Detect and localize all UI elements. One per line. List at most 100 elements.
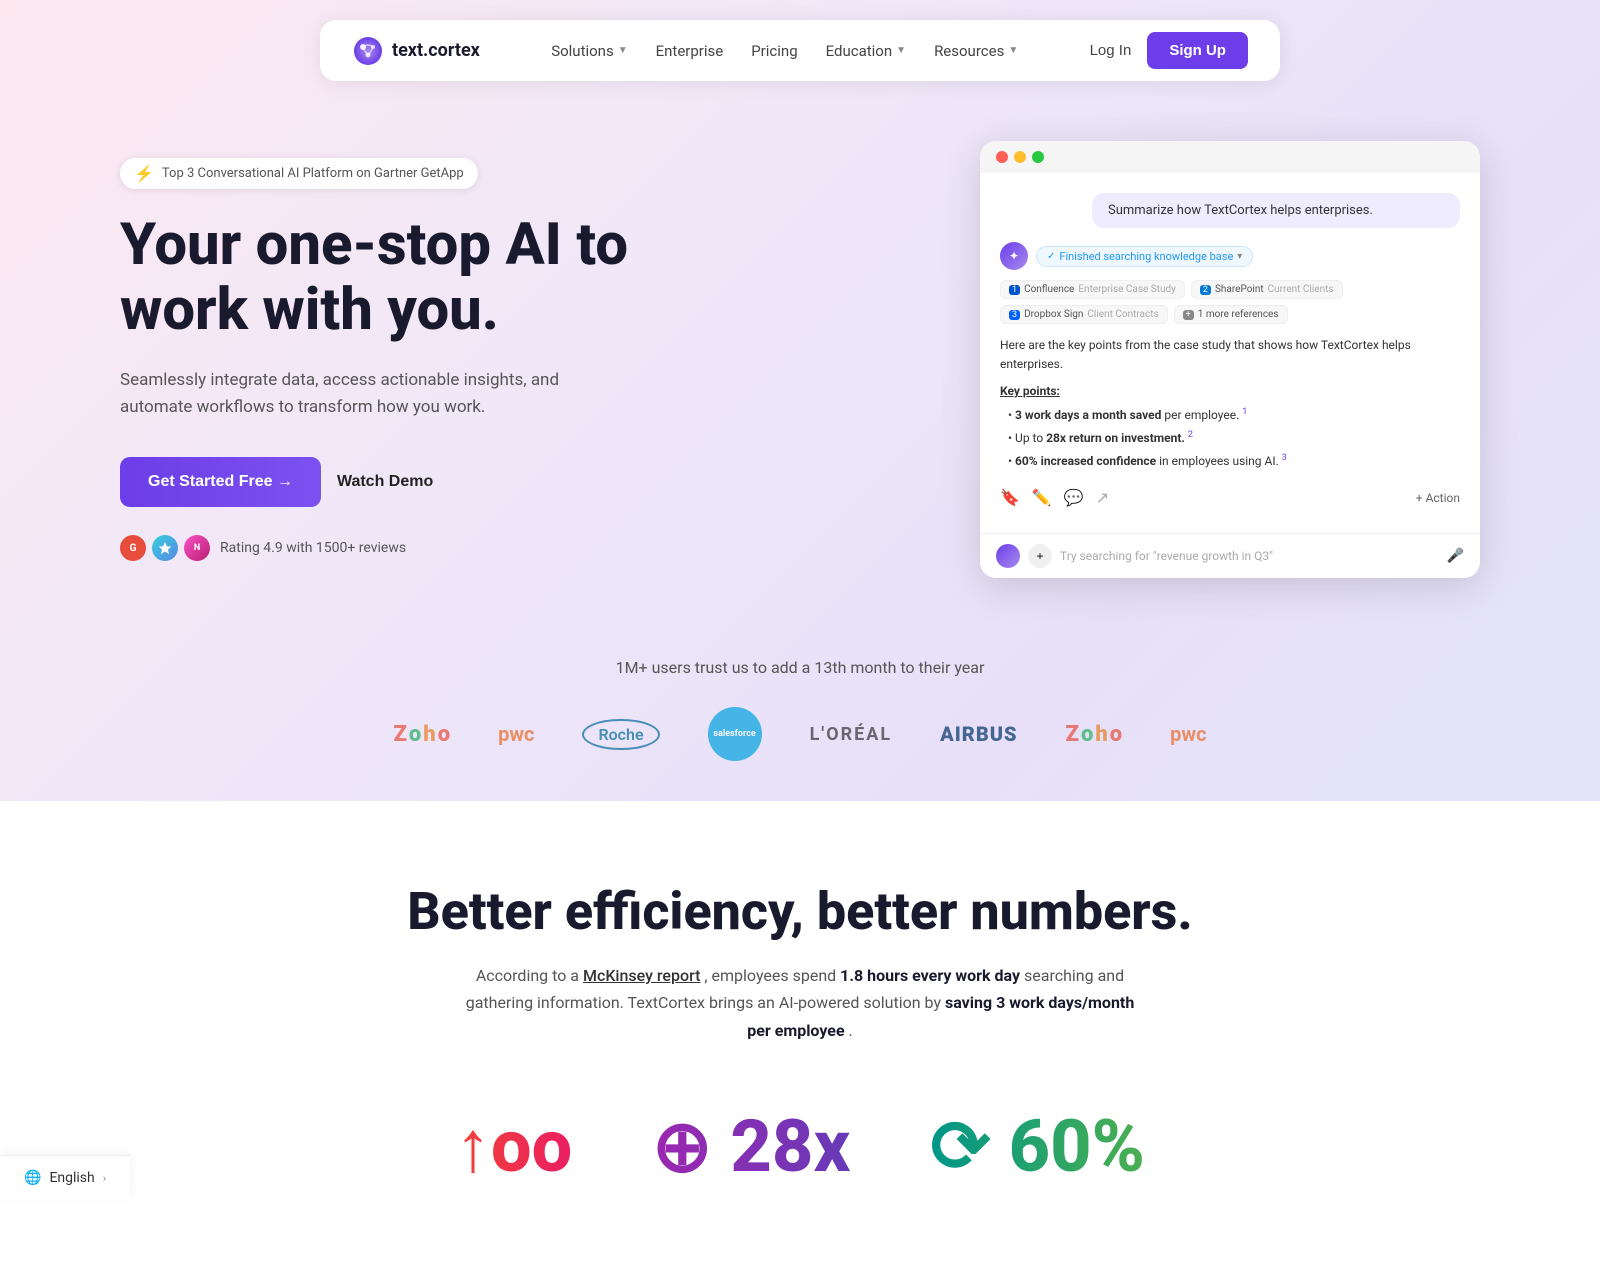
key-points-title: Key points:	[1000, 384, 1460, 398]
logo[interactable]: text.cortex	[352, 35, 480, 67]
user-query-bubble: Summarize how TextCortex helps enterpris…	[1092, 193, 1460, 228]
nav-links: Solutions ▼ Enterprise Pricing Education…	[551, 42, 1018, 60]
login-button[interactable]: Log In	[1090, 42, 1132, 59]
check-icon: ✓	[1047, 251, 1055, 262]
source-more: + 1 more references	[1174, 305, 1288, 324]
key-points-list: 3 work days a month saved per employee. …	[1000, 404, 1460, 472]
nav-item-pricing[interactable]: Pricing	[751, 42, 797, 60]
desc-prefix: According to a	[476, 966, 583, 985]
hero-title-line1: Your one-stop AI to	[120, 211, 628, 279]
navbar-wrapper: text.cortex Solutions ▼ Enterprise Prici…	[0, 0, 1600, 101]
status-chevron: ▾	[1237, 251, 1242, 262]
globe-icon: 🌐	[24, 1170, 41, 1186]
metric-days-value: ↑oo	[455, 1104, 572, 1189]
better-section: Better efficiency, better numbers. Accor…	[0, 801, 1600, 1269]
section-desc: According to a McKinsey report , employe…	[460, 962, 1140, 1044]
mockup-window: Summarize how TextCortex helps enterpris…	[980, 141, 1480, 578]
mockup-input-row: + Try searching for "revenue growth in Q…	[980, 533, 1480, 578]
share-icon[interactable]: ↗	[1096, 488, 1109, 507]
status-text: Finished searching knowledge base	[1059, 250, 1233, 263]
navbar: text.cortex Solutions ▼ Enterprise Prici…	[320, 20, 1280, 81]
mockup-reaction-buttons: 🔖 ✏️ 💬 ↗	[1000, 482, 1109, 513]
rating-logos: G N	[120, 535, 210, 561]
badge-icon: ⚡	[134, 164, 154, 183]
language-label: English	[49, 1170, 94, 1186]
key-point-2: Up to 28x return on investment. 2	[1008, 427, 1460, 450]
sources-row: 1 Confluence Enterprise Case Study 2 Sha…	[1000, 280, 1460, 324]
metric-confidence-value: ⟳ 60%	[930, 1104, 1145, 1189]
hero-left: ⚡ Top 3 Conversational AI Platform on Ga…	[120, 158, 680, 561]
microphone-icon[interactable]: 🎤	[1447, 548, 1464, 564]
product-hunt-logo	[152, 535, 178, 561]
notion-logo: N	[184, 535, 210, 561]
logo-airbus: AIRBUS	[940, 722, 1017, 746]
mockup-titlebar	[980, 141, 1480, 173]
signup-button[interactable]: Sign Up	[1147, 32, 1248, 69]
logo-roche: Roche	[582, 719, 659, 750]
response-intro-text: Here are the key points from the case st…	[1000, 336, 1460, 374]
input-avatar	[996, 544, 1020, 568]
key-point-1: 3 work days a month saved per employee. …	[1008, 404, 1460, 427]
ai-avatar: ✦	[1000, 242, 1028, 270]
chevron-down-icon-edu: ▼	[896, 45, 906, 56]
chevron-down-icon: ▼	[618, 45, 628, 56]
hero-title-line2: work with you.	[120, 276, 499, 344]
logo-loreal: L'ORÉAL	[810, 724, 893, 745]
nav-item-resources[interactable]: Resources ▼	[934, 42, 1018, 60]
trust-title: 1M+ users trust us to add a 13th month t…	[60, 658, 1540, 677]
metrics-row: ↑oo ⊕ 28x ⟳ 60%	[120, 1084, 1480, 1209]
nav-item-enterprise[interactable]: Enterprise	[656, 42, 724, 60]
chevron-down-icon-res: ▼	[1008, 45, 1018, 56]
source-dropbox: 3 Dropbox Sign Client Contracts	[1000, 305, 1168, 324]
rating-area: G N Rating 4.9 with 1500+ reviews	[120, 535, 680, 561]
logo-text: text.cortex	[392, 40, 480, 61]
hero-title: Your one-stop AI to work with you.	[120, 213, 680, 343]
mockup-body: Summarize how TextCortex helps enterpris…	[980, 173, 1480, 533]
hero-subtitle: Seamlessly integrate data, access action…	[120, 367, 580, 421]
window-close-dot	[996, 151, 1008, 163]
desc-mid: , employees spend	[704, 966, 840, 985]
trust-section: 1M+ users trust us to add a 13th month t…	[0, 638, 1600, 801]
logo-zoho-2: Zoho	[1066, 722, 1123, 747]
rating-text: Rating 4.9 with 1500+ reviews	[220, 540, 406, 556]
window-maximize-dot	[1032, 151, 1044, 163]
nav-item-solutions[interactable]: Solutions ▼	[551, 42, 627, 60]
metric-confidence: ⟳ 60%	[930, 1104, 1145, 1189]
mckinsey-link[interactable]: McKinsey report	[583, 966, 700, 985]
footer-language-bar[interactable]: 🌐 English ›	[0, 1155, 130, 1200]
logo-pwc-2: pwc	[1170, 722, 1206, 746]
action-button[interactable]: + Action	[1416, 491, 1460, 505]
hero-buttons: Get Started Free → Watch Demo	[120, 457, 680, 507]
badge-text: Top 3 Conversational AI Platform on Gart…	[162, 166, 464, 181]
hero-right: Summarize how TextCortex helps enterpris…	[980, 141, 1480, 578]
metric-roi: ⊕ 28x	[652, 1104, 850, 1189]
language-chevron-icon: ›	[103, 1172, 106, 1185]
nav-item-education[interactable]: Education ▼	[826, 42, 906, 60]
ai-response-header: ✦ ✓ Finished searching knowledge base ▾	[1000, 242, 1460, 270]
stat-1: 1.8 hours every work day	[840, 966, 1020, 985]
mockup-search-field[interactable]: Try searching for "revenue growth in Q3"	[1060, 549, 1439, 563]
logo-salesforce: salesforce	[708, 707, 762, 761]
source-confluence: 1 Confluence Enterprise Case Study	[1000, 280, 1185, 299]
comment-icon[interactable]: 💬	[1064, 488, 1084, 507]
key-point-3: 60% increased confidence in employees us…	[1008, 450, 1460, 473]
logo-pwc-1: pwc	[498, 722, 534, 746]
metric-days: ↑oo	[455, 1104, 572, 1189]
window-minimize-dot	[1014, 151, 1026, 163]
metric-roi-value: ⊕ 28x	[652, 1104, 850, 1189]
desc-end: .	[849, 1021, 853, 1040]
add-button[interactable]: +	[1028, 544, 1052, 568]
logo-icon	[352, 35, 384, 67]
source-sharepoint: 2 SharePoint Current Clients	[1191, 280, 1343, 299]
hero-section: ⚡ Top 3 Conversational AI Platform on Ga…	[0, 101, 1600, 638]
hero-badge: ⚡ Top 3 Conversational AI Platform on Ga…	[120, 158, 478, 189]
edit-icon[interactable]: ✏️	[1032, 488, 1052, 507]
logos-row: Zoho pwc Roche salesforce L'ORÉAL AIRBUS…	[60, 707, 1540, 761]
mockup-action-row: 🔖 ✏️ 💬 ↗ + Action	[1000, 482, 1460, 513]
logo-zoho-1: Zoho	[393, 722, 450, 747]
watch-demo-button[interactable]: Watch Demo	[337, 473, 433, 491]
get-started-button[interactable]: Get Started Free →	[120, 457, 321, 507]
section-title: Better efficiency, better numbers.	[120, 881, 1480, 942]
status-pill: ✓ Finished searching knowledge base ▾	[1036, 246, 1253, 267]
bookmark-icon[interactable]: 🔖	[1000, 488, 1020, 507]
